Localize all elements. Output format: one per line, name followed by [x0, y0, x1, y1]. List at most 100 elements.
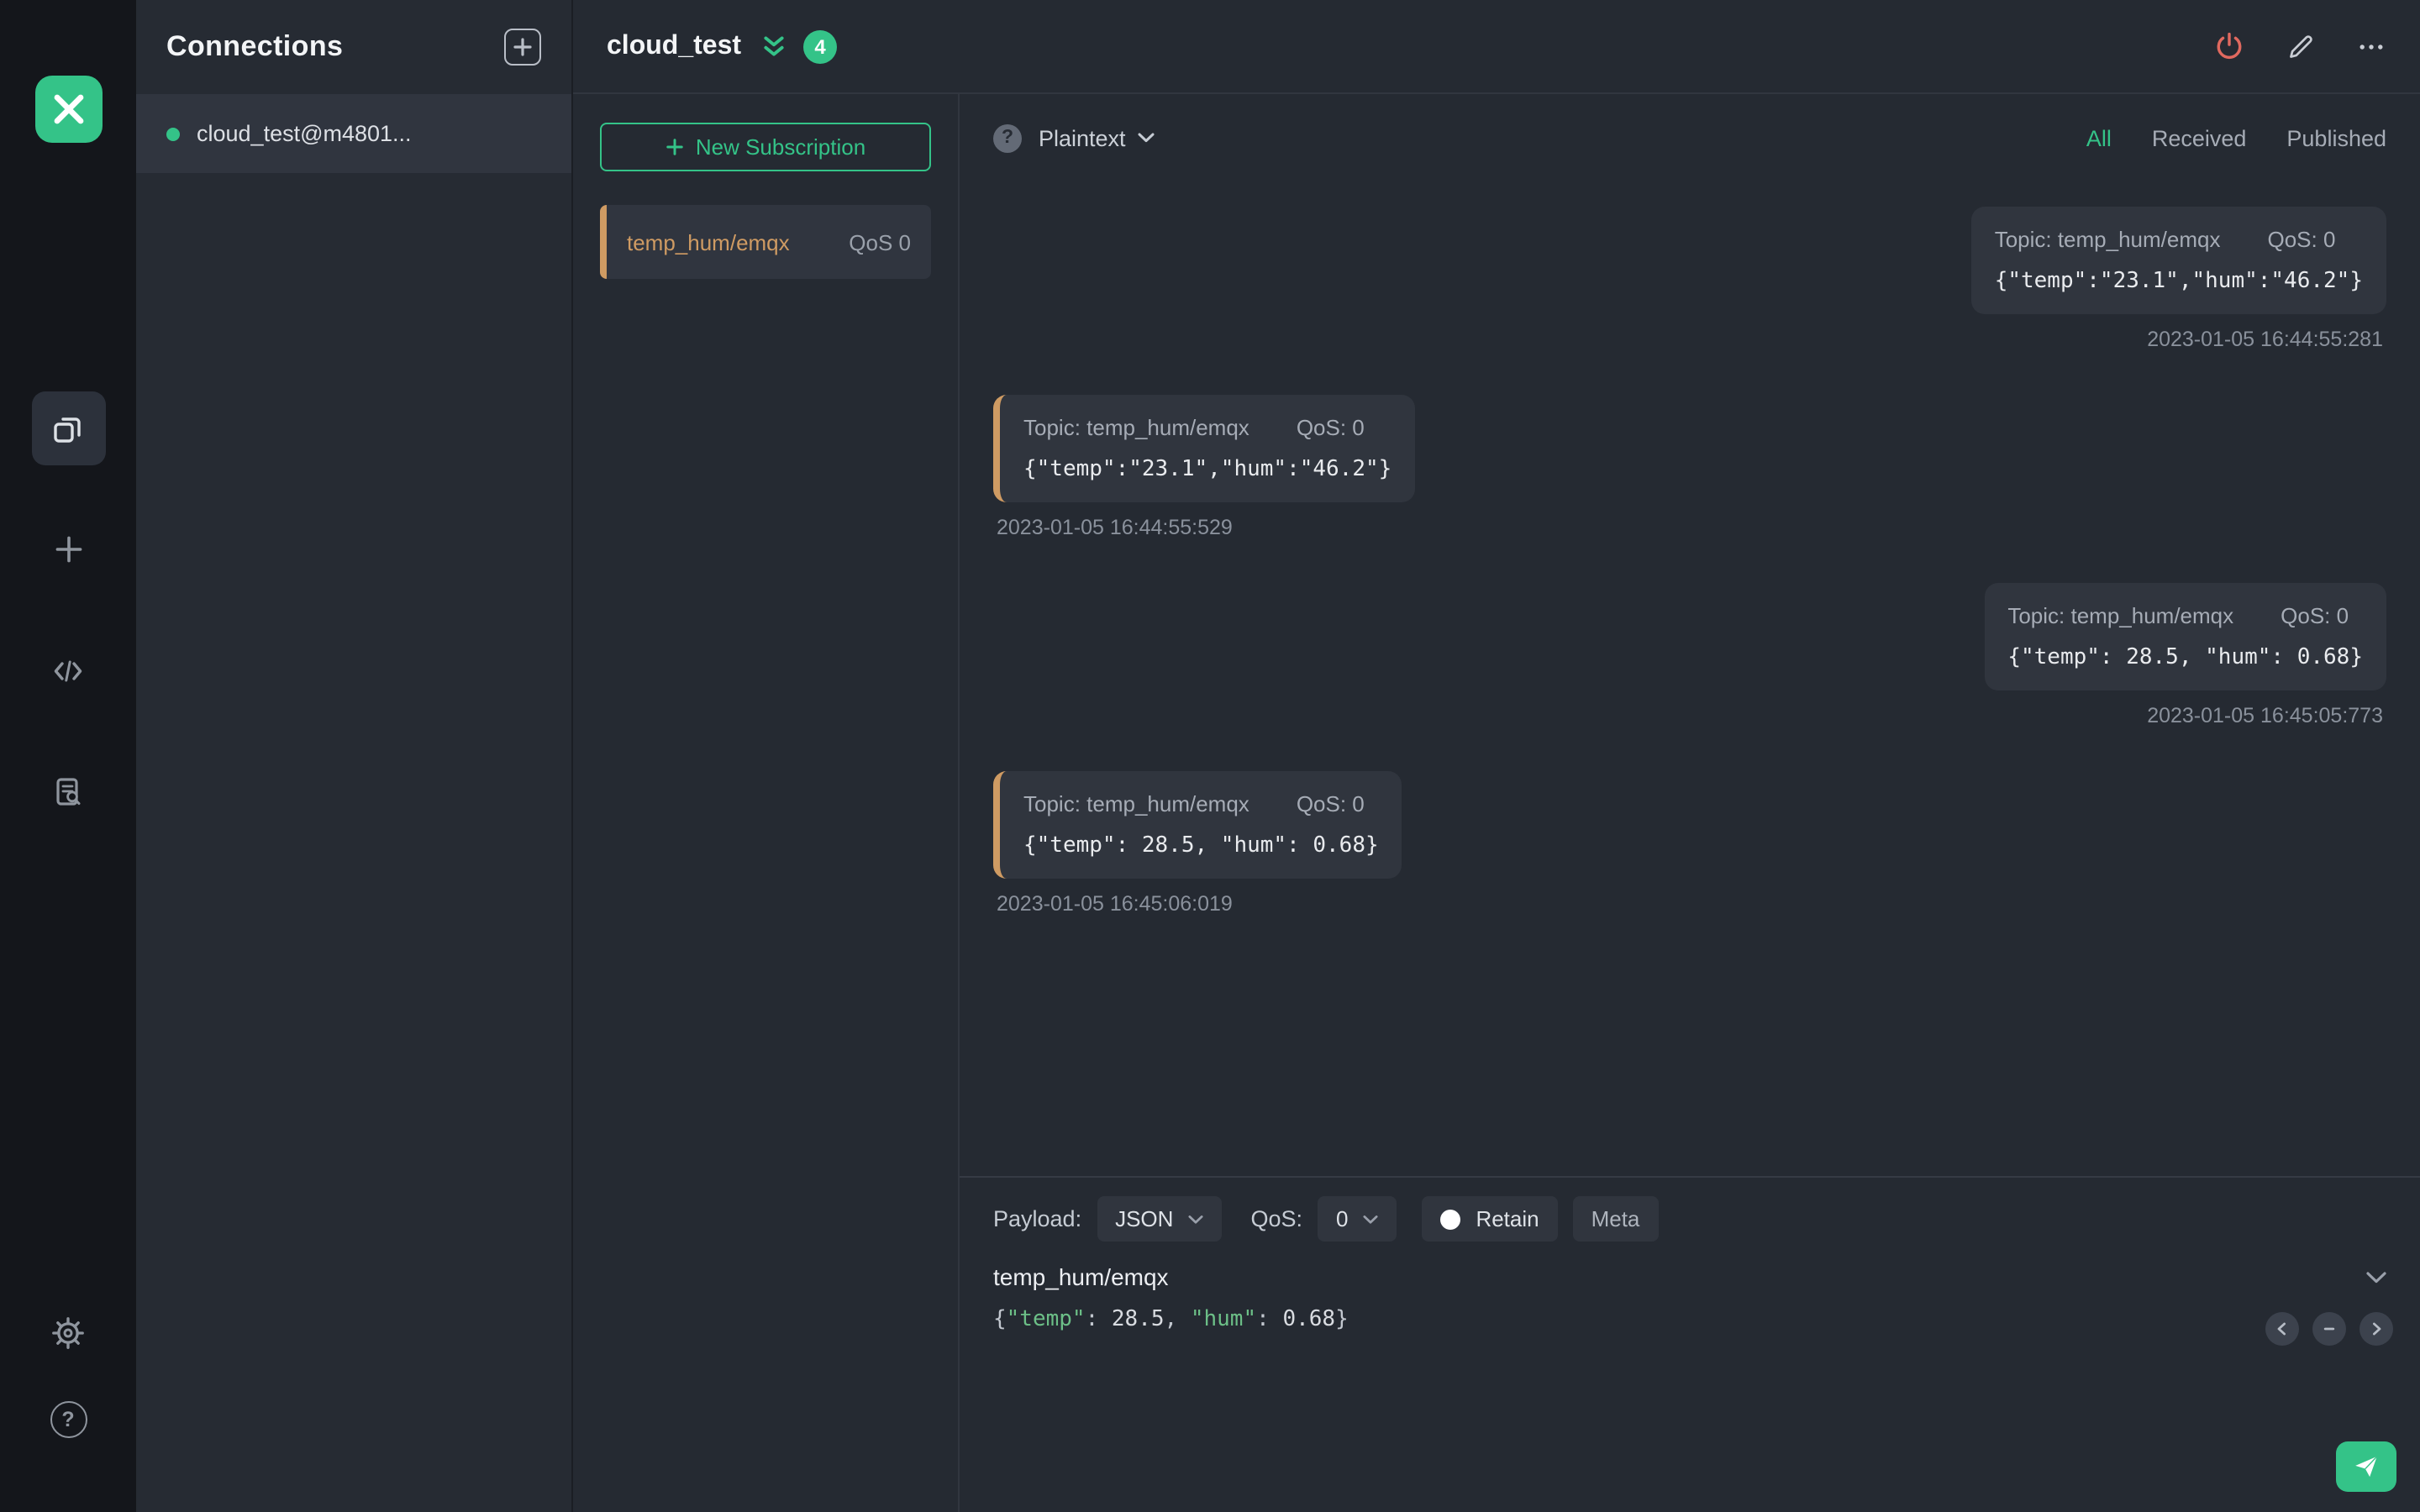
chevron-down-icon[interactable] [2366, 1271, 2386, 1283]
message-qos: QoS: 0 [2267, 227, 2336, 252]
add-connection-button[interactable] [504, 29, 541, 66]
messages-column: ? Plaintext All Received Published Topic… [960, 94, 2420, 1512]
subscription-topic: temp_hum/emqx [627, 229, 790, 255]
message-topic: Topic: temp_hum/emqx [1023, 791, 1249, 816]
message-published: Topic: temp_hum/emqx QoS: 0 {"temp":"23.… [993, 207, 2386, 351]
more-options-button[interactable] [2356, 31, 2386, 61]
message-filters: All Received Published [2086, 125, 2386, 150]
connection-title: cloud_test [607, 31, 742, 60]
connection-content: New Subscription temp_hum/emqx QoS 0 ? P… [573, 94, 2420, 1512]
log-icon [56, 777, 81, 805]
message-timestamp: 2023-01-05 16:45:06:019 [997, 892, 1233, 916]
subscription-qos: QoS 0 [849, 229, 911, 255]
message-timestamp: 2023-01-05 16:44:55:529 [997, 516, 1233, 539]
minus-icon [2323, 1327, 2335, 1331]
publish-panel: Payload: JSON QoS: 0 Retain Meta temp_hu… [960, 1176, 2420, 1512]
meta-label: Meta [1591, 1206, 1640, 1231]
topic-input-row: temp_hum/emqx [993, 1263, 2386, 1290]
ellipsis-icon [2360, 44, 2383, 49]
connections-panel: Connections cloud_test@m4801... [136, 0, 573, 1512]
message-payload: {"temp":"23.1","hum":"46.2"} [1994, 269, 2363, 294]
code-icon [54, 659, 82, 681]
arrow-right-icon [2373, 1322, 2381, 1336]
send-icon [2355, 1456, 2378, 1478]
subscriptions-column: New Subscription temp_hum/emqx QoS 0 [573, 94, 960, 1512]
message-qos: QoS: 0 [1296, 415, 1365, 440]
qos-select[interactable]: 0 [1317, 1196, 1397, 1242]
message-payload: {"temp": 28.5, "hum": 0.68} [1023, 833, 1379, 858]
new-subscription-label: New Subscription [695, 134, 866, 160]
subscription-item[interactable]: temp_hum/emqx QoS 0 [600, 205, 931, 279]
message-qos: QoS: 0 [1296, 791, 1365, 816]
message-payload: {"temp": 28.5, "hum": 0.68} [2007, 645, 2363, 670]
edit-connection-button[interactable] [2286, 31, 2316, 61]
pager-collapse-button[interactable] [2312, 1312, 2346, 1346]
question-icon: ? [61, 1408, 75, 1431]
connection-name: cloud_test@m4801... [197, 121, 412, 146]
payload-help-icon[interactable]: ? [993, 123, 1022, 152]
nav-bottom-icons: ? [50, 1315, 87, 1438]
pager-prev-button[interactable] [2265, 1312, 2299, 1346]
message-bubble: Topic: temp_hum/emqx QoS: 0 {"temp":"23.… [1970, 207, 2386, 314]
send-button[interactable] [2336, 1441, 2396, 1492]
message-format-select[interactable]: Plaintext [1039, 125, 1155, 150]
retain-toggle[interactable]: Retain [1422, 1196, 1558, 1242]
message-format-value: Plaintext [1039, 125, 1126, 150]
message-received: Topic: temp_hum/emqx QoS: 0 {"temp": 28.… [993, 771, 2386, 916]
filter-all[interactable]: All [2086, 125, 2112, 150]
publish-payload-editor[interactable]: {"temp": 28.5, "hum": 0.68} [993, 1307, 2386, 1332]
message-bubble: Topic: temp_hum/emqx QoS: 0 {"temp": 28.… [993, 771, 1402, 879]
message-payload: {"temp":"23.1","hum":"46.2"} [1023, 457, 1392, 482]
message-meta: Topic: temp_hum/emqx QoS: 0 [1995, 227, 2363, 252]
topic-input[interactable]: temp_hum/emqx [993, 1263, 1169, 1290]
sidebar-item-new-connection[interactable] [31, 512, 105, 586]
message-meta: Topic: temp_hum/emqx QoS: 0 [1023, 415, 1392, 440]
message-qos: QoS: 0 [2281, 603, 2349, 628]
mqttx-logo [34, 76, 102, 143]
filter-received[interactable]: Received [2152, 125, 2247, 150]
pager-next-button[interactable] [2360, 1312, 2393, 1346]
chevron-down-icon [1138, 133, 1155, 143]
mqttx-app-window: ? Connections cloud_test@m4801... cloud_… [0, 0, 2420, 1512]
disconnect-button[interactable] [2213, 30, 2245, 62]
power-icon [2217, 32, 2242, 60]
sidebar-item-connections[interactable] [31, 391, 105, 465]
plus-icon [666, 139, 683, 155]
new-subscription-button[interactable]: New Subscription [600, 123, 931, 171]
qos-label: QoS: [1250, 1206, 1302, 1231]
payload-format-select[interactable]: JSON [1097, 1196, 1223, 1242]
payload-format-value: JSON [1115, 1206, 1174, 1231]
message-meta: Topic: temp_hum/emqx QoS: 0 [2007, 603, 2363, 628]
connections-title: Connections [166, 30, 344, 62]
connections-icon [54, 417, 81, 442]
sidebar-item-script[interactable] [31, 633, 105, 707]
chevron-down-icon [1363, 1215, 1378, 1223]
filter-published[interactable]: Published [2286, 125, 2386, 150]
left-nav-rail: ? [0, 0, 136, 1512]
main-area: cloud_test 4 New Subscription temp_hum/e… [573, 0, 2420, 1512]
help-button[interactable]: ? [50, 1401, 87, 1438]
message-topic: Topic: temp_hum/emqx [2007, 603, 2234, 628]
topbar-actions [2213, 30, 2386, 62]
message-count-badge: 4 [803, 29, 838, 63]
sidebar-item-log[interactable] [31, 754, 105, 828]
message-topic: Topic: temp_hum/emqx [1994, 227, 2221, 252]
messages-toolbar: ? Plaintext All Received Published [960, 94, 2420, 181]
message-topic: Topic: temp_hum/emqx [1023, 415, 1249, 440]
double-chevron-down-icon [764, 36, 784, 56]
connections-header: Connections [136, 0, 571, 94]
meta-button[interactable]: Meta [1572, 1196, 1659, 1242]
settings-button[interactable] [50, 1315, 86, 1351]
connection-list-item[interactable]: cloud_test@m4801... [136, 94, 571, 173]
message-list[interactable]: Topic: temp_hum/emqx QoS: 0 {"temp":"23.… [960, 181, 2420, 1176]
message-published: Topic: temp_hum/emqx QoS: 0 {"temp": 28.… [993, 583, 2386, 727]
collapse-panel-button[interactable] [761, 34, 786, 59]
retain-dot-icon [1440, 1209, 1461, 1229]
arrow-left-icon [2277, 1322, 2286, 1336]
plus-icon [55, 536, 82, 563]
message-pager [2265, 1312, 2393, 1346]
connection-status-dot [166, 127, 180, 140]
message-bubble: Topic: temp_hum/emqx QoS: 0 {"temp": 28.… [1984, 583, 2386, 690]
nav-icons [31, 391, 105, 828]
qos-value: 0 [1335, 1206, 1349, 1231]
